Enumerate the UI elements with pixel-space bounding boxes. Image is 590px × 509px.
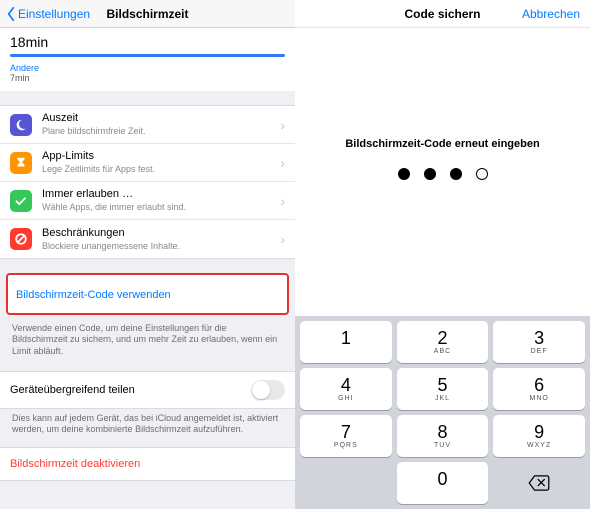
menu-row-title: App-Limits (42, 150, 280, 163)
passcode-title: Code sichern (404, 7, 480, 21)
share-footer: Dies kann auf jedem Gerät, das bei iClou… (0, 409, 295, 436)
usage-category-value: 7min (10, 73, 285, 83)
menu-row-subtitle: Plane bildschirmfreie Zeit. (42, 126, 280, 137)
keypad-key-6[interactable]: 6MNO (493, 368, 585, 410)
hourglass-icon (10, 152, 32, 174)
menu-row-1[interactable]: App-LimitsLege Zeitlimits für Apps fest.… (0, 144, 295, 182)
deactivate-label: Bildschirmzeit deaktivieren (10, 458, 140, 470)
key-letters: MNO (529, 395, 548, 402)
menu-row-3[interactable]: BeschränkungenBlockiere unangemessene In… (0, 220, 295, 258)
keypad-key-8[interactable]: 8TUV (397, 415, 489, 457)
key-number: 7 (341, 423, 351, 441)
backspace-icon (528, 475, 550, 491)
chevron-right-icon: › (280, 117, 285, 133)
key-letters: WXYZ (527, 442, 551, 449)
check-icon (10, 190, 32, 212)
keypad-delete[interactable] (493, 462, 585, 504)
share-row[interactable]: Geräteübergreifend teilen (0, 372, 295, 408)
key-letters: TUV (434, 442, 451, 449)
share-group: Geräteübergreifend teilen (0, 371, 295, 409)
menu-row-0[interactable]: AuszeitPlane bildschirmfreie Zeit.› (0, 106, 295, 144)
usage-total: 18min (10, 34, 285, 50)
usage-category-label: Andere (10, 63, 285, 73)
key-number: 6 (534, 376, 544, 394)
nosign-icon (10, 228, 32, 250)
back-button[interactable]: Einstellungen (6, 7, 90, 21)
use-code-row-highlight: Bildschirmzeit-Code verwenden (6, 273, 289, 315)
menu-row-subtitle: Wähle Apps, die immer erlaubt sind. (42, 202, 280, 213)
share-switch[interactable] (251, 380, 285, 400)
back-label: Einstellungen (18, 7, 90, 21)
chevron-right-icon: › (280, 231, 285, 247)
share-label: Geräteübergreifend teilen (10, 384, 135, 396)
use-code-button[interactable]: Bildschirmzeit-Code verwenden (8, 275, 287, 313)
passcode-navbar: Code sichern Abbrechen (295, 0, 590, 28)
menu-row-2[interactable]: Immer erlauben …Wähle Apps, die immer er… (0, 182, 295, 220)
key-letters: PQRS (334, 442, 358, 449)
menu-row-title: Auszeit (42, 112, 280, 125)
keypad-key-7[interactable]: 7PQRS (300, 415, 392, 457)
passcode-dots (295, 168, 590, 180)
navbar: Einstellungen Bildschirmzeit (0, 0, 295, 28)
keypad-key-9[interactable]: 9WXYZ (493, 415, 585, 457)
keypad-key-4[interactable]: 4GHI (300, 368, 392, 410)
key-letters: ABC (434, 348, 451, 355)
passcode-prompt: Bildschirmzeit-Code erneut eingeben (295, 138, 590, 180)
keypad-key-5[interactable]: 5JKL (397, 368, 489, 410)
passcode-prompt-text: Bildschirmzeit-Code erneut eingeben (295, 138, 590, 150)
key-letters: DEF (531, 348, 548, 355)
key-number: 2 (437, 329, 447, 347)
key-letters: JKL (435, 395, 450, 402)
key-number: 9 (534, 423, 544, 441)
keypad-key-3[interactable]: 3DEF (493, 321, 585, 363)
keypad-key-0[interactable]: 0 (397, 462, 489, 504)
passcode-screen: Code sichern Abbrechen Bildschirmzeit-Co… (295, 0, 590, 509)
keypad-key-1[interactable]: 1 (300, 321, 392, 363)
deactivate-button[interactable]: Bildschirmzeit deaktivieren (0, 447, 295, 481)
chevron-right-icon: › (280, 155, 285, 171)
menu-row-title: Beschränkungen (42, 227, 280, 240)
key-letters: GHI (338, 395, 353, 402)
key-number: 5 (437, 376, 447, 394)
use-code-footer: Verwende einen Code, um deine Einstellun… (0, 319, 295, 357)
key-number: 8 (437, 423, 447, 441)
menu-row-subtitle: Lege Zeitlimits für Apps fest. (42, 164, 280, 175)
keypad-key-2[interactable]: 2ABC (397, 321, 489, 363)
settings-screen: Einstellungen Bildschirmzeit 18min Ander… (0, 0, 295, 509)
keypad-spacer (300, 462, 392, 504)
usage-bar (10, 54, 285, 57)
cancel-button[interactable]: Abbrechen (522, 7, 580, 21)
passcode-dot (476, 168, 488, 180)
passcode-dot (424, 168, 436, 180)
passcode-dot (450, 168, 462, 180)
use-code-label: Bildschirmzeit-Code verwenden (16, 289, 171, 301)
chevron-right-icon: › (280, 193, 285, 209)
menu-row-subtitle: Blockiere unangemessene Inhalte. (42, 241, 280, 252)
moon-icon (10, 114, 32, 136)
chevron-left-icon (6, 7, 16, 21)
key-number: 4 (341, 376, 351, 394)
key-number: 1 (341, 329, 351, 347)
usage-summary[interactable]: 18min Andere 7min (0, 28, 295, 91)
menu-row-title: Immer erlauben … (42, 188, 280, 201)
menu-group: AuszeitPlane bildschirmfreie Zeit.›App-L… (0, 105, 295, 259)
numeric-keypad: 1 2ABC3DEF4GHI5JKL6MNO7PQRS8TUV9WXYZ0 (295, 316, 590, 509)
key-number: 0 (437, 470, 447, 488)
key-number: 3 (534, 329, 544, 347)
passcode-dot (398, 168, 410, 180)
